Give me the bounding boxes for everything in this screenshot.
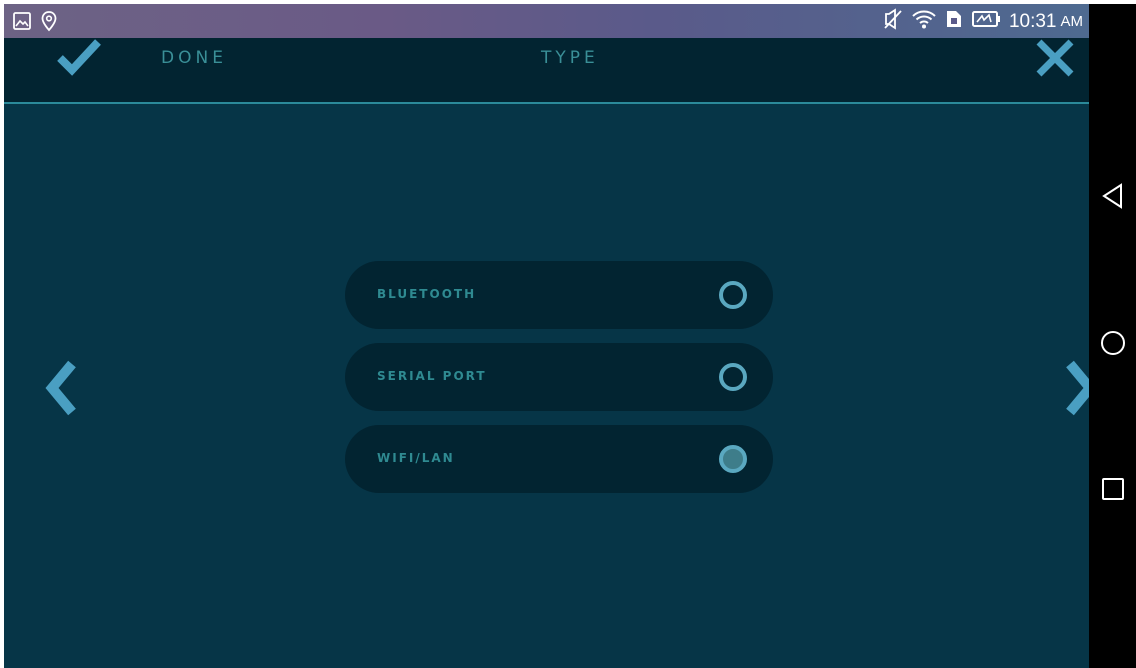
home-icon [1099,329,1127,361]
status-right-icons: 10:31 AM [883,8,1083,35]
status-ampm: AM [1060,13,1084,30]
status-bar: 10:31 AM [4,4,1089,38]
recents-icon [1100,476,1126,506]
option-label: WIFI/LAN [377,451,455,465]
option-serial-port[interactable]: SERIAL PORT [345,343,773,411]
back-icon [1100,182,1126,214]
status-time: 10:31 [1008,10,1057,32]
android-home-button[interactable] [1089,329,1136,361]
page-title: TYPE [541,48,599,68]
location-icon [40,10,58,36]
option-bluetooth[interactable]: BLUETOOTH [345,261,773,329]
radio-button[interactable] [719,363,747,391]
android-recents-button[interactable] [1089,476,1136,506]
sim-icon [945,9,963,34]
app-screen: 10:31 AM DONE TYPE BLUETOOTH SERIAL PORT… [4,4,1089,668]
radio-button[interactable] [719,445,747,473]
battery-charging-icon [971,9,1001,34]
header-bar: DONE TYPE [4,38,1089,104]
mute-icon [883,8,903,35]
image-icon [12,11,32,35]
android-back-button[interactable] [1089,182,1136,214]
chevron-right-icon [1064,360,1089,420]
radio-button[interactable] [719,281,747,309]
device-frame: 10:31 AM DONE TYPE BLUETOOTH SERIAL PORT… [4,4,1136,668]
close-icon [1033,39,1077,82]
done-label[interactable]: DONE [161,48,227,68]
wifi-icon [911,8,937,35]
option-label: BLUETOOTH [377,287,477,301]
chevron-left-icon [44,360,78,420]
option-label: SERIAL PORT [377,369,487,383]
status-left-icons [12,10,58,36]
check-icon [54,36,104,84]
previous-button[interactable] [44,360,78,420]
done-button[interactable] [54,38,104,82]
option-wifi-lan[interactable]: WIFI/LAN [345,425,773,493]
next-button[interactable] [1064,360,1089,420]
close-button[interactable] [1033,38,1077,82]
